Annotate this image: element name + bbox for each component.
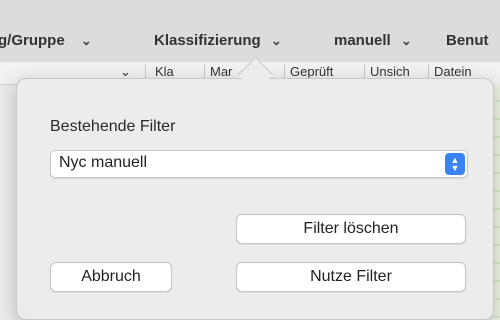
clear-filter-button[interactable]: Filter löschen	[236, 214, 466, 244]
toolbar-item-label: Benut	[446, 32, 489, 49]
chevron-down-icon: ⌄	[270, 33, 282, 48]
toolbar-item-label: g/Gruppe	[0, 32, 65, 49]
chevron-down-icon: ⌄	[400, 33, 412, 48]
toolbar-item-benutzer[interactable]: Benut	[446, 32, 489, 49]
toolbar-item-label: manuell	[334, 32, 391, 49]
column-header[interactable]: Geprüft	[290, 64, 333, 79]
toolbar-item-gruppe[interactable]: g/Gruppe ⌄	[0, 32, 92, 49]
popover-title: Bestehende Filter	[50, 118, 176, 135]
up-down-chevrons-icon[interactable]: ▲ ▼	[445, 153, 465, 175]
toolbar-item-manuell[interactable]: manuell ⌄	[334, 32, 412, 49]
column-header[interactable]: Kla	[155, 64, 174, 79]
column-header[interactable]: Unsich	[370, 64, 410, 79]
cancel-button[interactable]: Abbruch	[50, 262, 172, 292]
use-filter-button[interactable]: Nutze Filter	[236, 262, 466, 292]
toolbar-item-klassifizierung[interactable]: Klassifizierung ⌄	[154, 32, 282, 49]
toolbar-item-label: Klassifizierung	[154, 32, 261, 49]
toolbar: g/Gruppe ⌄ Klassifizierung ⌄ manuell ⌄ B…	[0, 0, 500, 63]
filter-select-value: Nyc manuell	[59, 154, 148, 171]
column-header[interactable]: Mar	[210, 64, 232, 79]
chevron-down-icon: ⌄	[80, 33, 92, 48]
column-header[interactable]: Datein	[434, 64, 472, 79]
filter-select[interactable]: Nyc manuell ▲ ▼	[50, 150, 468, 178]
